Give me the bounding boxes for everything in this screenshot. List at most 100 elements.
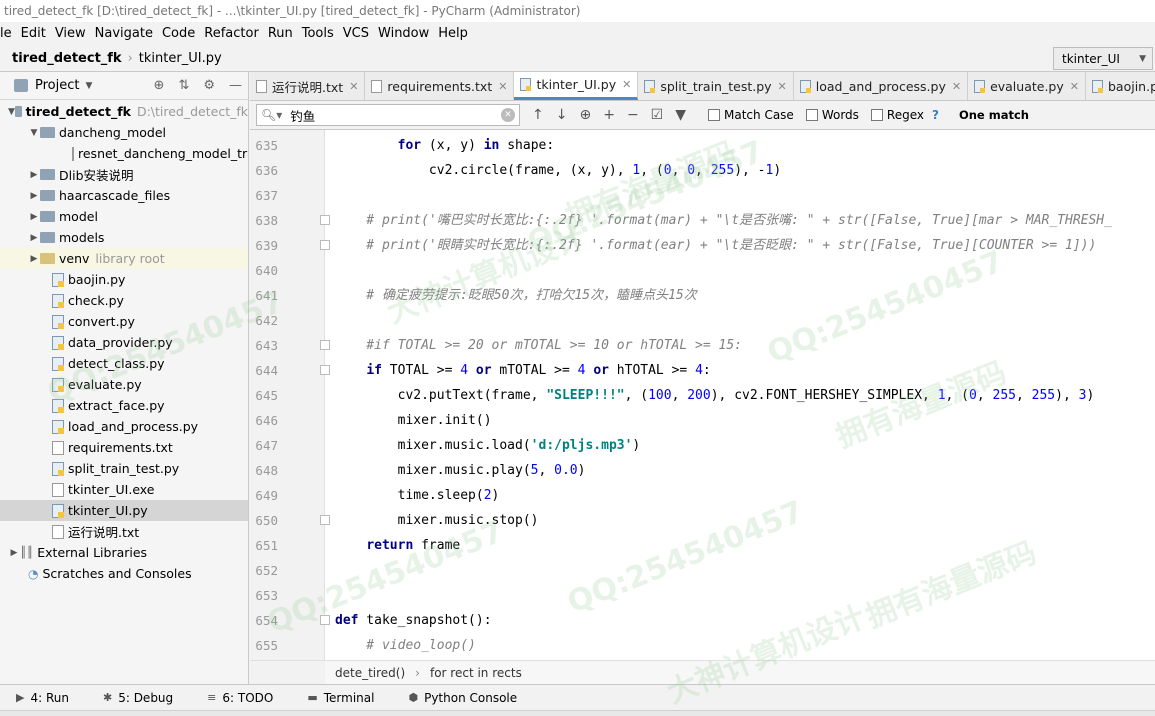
tree-item-file[interactable]: evaluate.py — [0, 374, 248, 395]
match-case-checkbox[interactable]: Match Case — [708, 108, 794, 122]
tree-item-file[interactable]: split_train_test.py — [0, 458, 248, 479]
menu-code[interactable]: Code — [162, 26, 195, 41]
terminal-tool-button[interactable]: ▬ Terminal — [307, 691, 374, 705]
words-checkbox[interactable]: Words — [805, 108, 859, 122]
tree-item-model[interactable]: ▶ model — [0, 206, 248, 227]
fold-marker-icon[interactable] — [320, 365, 330, 375]
tree-item-file[interactable]: baojin.py — [0, 269, 248, 290]
tree-item-scratches[interactable]: ◔ Scratches and Consoles — [0, 563, 248, 584]
fold-marker-icon[interactable] — [320, 340, 330, 350]
tab-evaluate[interactable]: evaluate.py ✕ — [968, 72, 1086, 100]
code-line[interactable]: 642 — [250, 308, 1155, 333]
close-icon[interactable]: ✕ — [622, 78, 631, 91]
fold-marker-icon[interactable] — [320, 615, 330, 625]
tree-item-file-selected[interactable]: tkinter_UI.py — [0, 500, 248, 521]
fold-marker-icon[interactable] — [320, 515, 330, 525]
tab-tkinter-ui[interactable]: tkinter_UI.py ✕ — [514, 72, 639, 100]
close-icon[interactable]: ✕ — [498, 80, 507, 93]
fold-marker-icon[interactable] — [320, 240, 330, 250]
locate-icon[interactable]: ⊕ — [154, 78, 165, 93]
regex-checkbox[interactable]: Regex — [870, 108, 924, 122]
close-icon[interactable]: ✕ — [1070, 80, 1079, 93]
code-line[interactable]: 645 cv2.putText(frame, "SLEEP!!!", (100,… — [250, 383, 1155, 408]
chevron-right-icon[interactable]: ▶ — [8, 548, 20, 558]
chevron-right-icon[interactable]: ▶ — [28, 254, 40, 264]
tab-load-and-process[interactable]: load_and_process.py ✕ — [794, 72, 969, 100]
run-tool-button[interactable]: ▶ 4: Run — [16, 691, 69, 705]
tab-requirements[interactable]: requirements.txt ✕ — [365, 72, 515, 100]
close-icon[interactable]: ✕ — [952, 80, 961, 93]
collapse-icon[interactable]: ⇅ — [178, 78, 189, 93]
close-icon[interactable]: ✕ — [778, 80, 787, 93]
code-line[interactable]: 648 mixer.music.play(5, 0.0) — [250, 458, 1155, 483]
code-line[interactable]: 655 # video_loop() — [250, 633, 1155, 658]
menu-file[interactable]: le — [0, 26, 12, 41]
code-line[interactable]: 636 cv2.circle(frame, (x, y), 1, (0, 0, … — [250, 158, 1155, 183]
tree-item-root[interactable]: ▼ tired_detect_fk D:\tired_detect_fk — [0, 101, 248, 122]
code-line[interactable]: 638 # print('嘴巴实时长宽比:{:.2f} '.format(mar… — [250, 208, 1155, 233]
menu-help[interactable]: Help — [438, 26, 468, 41]
menu-run[interactable]: Run — [268, 26, 293, 41]
code-line[interactable]: 652 — [250, 558, 1155, 583]
menu-refactor[interactable]: Refactor — [204, 26, 259, 41]
filter-icon[interactable]: ▼ — [675, 107, 686, 123]
chevron-right-icon[interactable]: ▶ — [28, 191, 40, 201]
tree-item-file[interactable]: requirements.txt — [0, 437, 248, 458]
breadcrumb-function[interactable]: dete_tired() — [335, 666, 405, 680]
tree-item-external-libraries[interactable]: ▶ ║║ External Libraries — [0, 542, 248, 563]
code-line[interactable]: 635 for (x, y) in shape: — [250, 133, 1155, 158]
code-line[interactable]: 654 def take_snapshot(): — [250, 608, 1155, 633]
hide-icon[interactable]: — — [229, 78, 242, 93]
gear-icon[interactable]: ⚙ — [203, 78, 215, 93]
breadcrumb-loop[interactable]: for rect in rects — [430, 666, 522, 680]
tree-item-file[interactable]: detect_class.py — [0, 353, 248, 374]
tree-item-file[interactable]: tkinter_UI.exe — [0, 479, 248, 500]
tree-item-file[interactable]: load_and_process.py — [0, 416, 248, 437]
tree-item-file[interactable]: extract_face.py — [0, 395, 248, 416]
code-line[interactable]: 647 mixer.music.load('d:/pljs.mp3') — [250, 433, 1155, 458]
menu-navigate[interactable]: Navigate — [95, 26, 153, 41]
tree-item-file[interactable]: 运行说明.txt — [0, 521, 248, 542]
clear-icon[interactable]: ✕ — [501, 108, 515, 122]
tab-run-instructions[interactable]: 运行说明.txt ✕ — [250, 72, 366, 100]
tree-item-file[interactable]: data_provider.py — [0, 332, 248, 353]
chevron-down-icon[interactable]: ▼ — [85, 81, 92, 91]
close-icon[interactable]: ✕ — [349, 80, 358, 93]
code-line[interactable]: 641 # 确定疲劳提示:眨眼50次，打哈欠15次，瞌睡点头15次 — [250, 283, 1155, 308]
code-line[interactable]: 639 # print('眼睛实时长宽比:{:.2f} '.format(ear… — [250, 233, 1155, 258]
run-config-select[interactable]: tkinter_UI ▼ — [1053, 47, 1153, 70]
project-panel-title[interactable]: Project — [35, 78, 79, 93]
tree-item-file[interactable]: convert.py — [0, 311, 248, 332]
menu-tools[interactable]: Tools — [302, 26, 334, 41]
todo-tool-button[interactable]: ≡ 6: TODO — [207, 691, 273, 705]
find-input[interactable]: 🔍︎▾ 钓鱼 ✕ — [256, 104, 520, 126]
code-line[interactable]: 653 — [250, 583, 1155, 608]
chevron-right-icon[interactable]: ▶ — [28, 233, 40, 243]
code-line[interactable]: 640 — [250, 258, 1155, 283]
tree-item-models[interactable]: ▶ models — [0, 227, 248, 248]
code-line[interactable]: 650 mixer.music.stop() — [250, 508, 1155, 533]
fold-marker-icon[interactable] — [320, 215, 330, 225]
tree-item-dancheng-model[interactable]: ▼ dancheng_model — [0, 122, 248, 143]
add-selection-icon[interactable]: + — [603, 107, 615, 123]
arrow-down-icon[interactable]: ↓ — [556, 107, 568, 123]
nav-project[interactable]: tired_detect_fk — [12, 51, 122, 66]
chevron-right-icon[interactable]: ▶ — [28, 170, 40, 180]
menu-vcs[interactable]: VCS — [343, 26, 369, 41]
tab-baojin[interactable]: baojin.py✕ — [1086, 72, 1155, 100]
python-console-tool-button[interactable]: ⬢ Python Console — [408, 691, 517, 705]
code-line[interactable]: 643 #if TOTAL >= 20 or mTOTAL >= 10 or h… — [250, 333, 1155, 358]
tree-item-dlib[interactable]: ▶ Dlib安装说明 — [0, 164, 248, 185]
chevron-right-icon[interactable]: ▶ — [28, 212, 40, 222]
tab-split-train-test[interactable]: split_train_test.py ✕ — [638, 72, 794, 100]
code-line[interactable]: 651 return frame — [250, 533, 1155, 558]
menu-window[interactable]: Window — [378, 26, 429, 41]
code-line[interactable]: 649 time.sleep(2) — [250, 483, 1155, 508]
arrow-up-icon[interactable]: ↑ — [532, 107, 544, 123]
tree-item-haarcascade[interactable]: ▶ haarcascade_files — [0, 185, 248, 206]
nav-file[interactable]: tkinter_UI.py — [139, 51, 222, 66]
chevron-down-icon[interactable]: ▼ — [8, 107, 15, 117]
menu-edit[interactable]: Edit — [21, 26, 46, 41]
code-line[interactable]: 646 mixer.init() — [250, 408, 1155, 433]
regex-help-link[interactable]: ? — [932, 108, 939, 122]
